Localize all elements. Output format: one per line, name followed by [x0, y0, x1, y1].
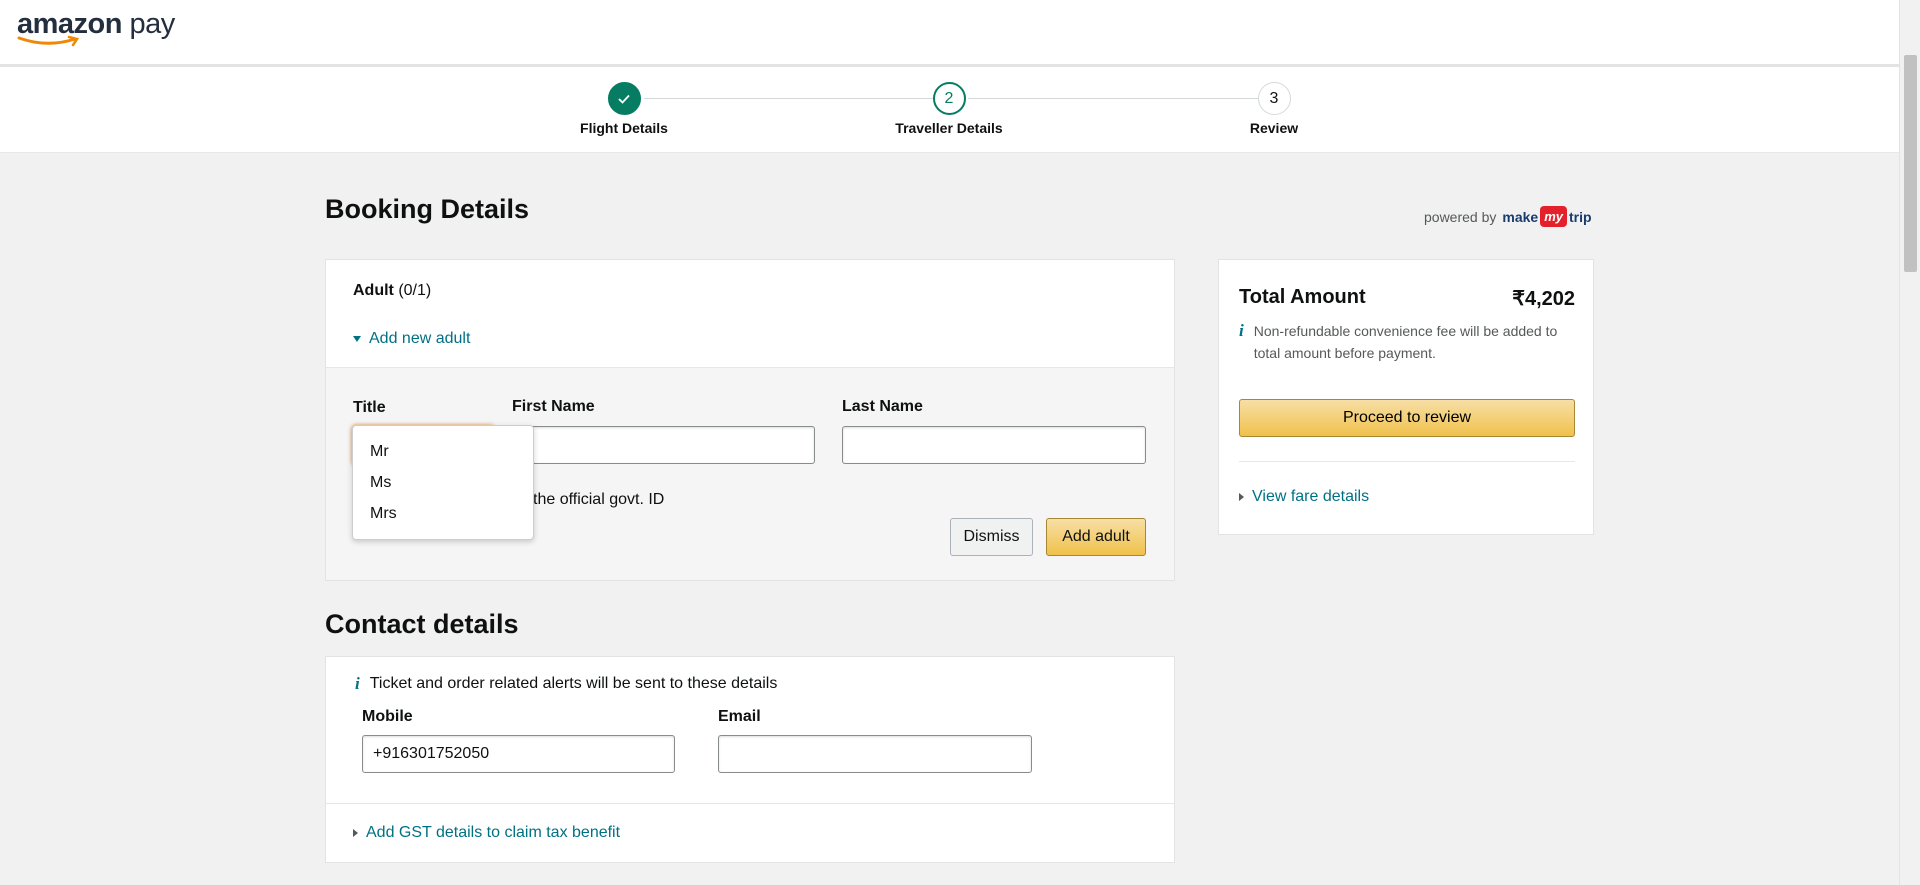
govt-id-note: the official govt. ID — [533, 491, 665, 508]
logo-trip-text: trip — [1569, 208, 1592, 225]
gst-details-toggle[interactable]: Add GST details to claim tax benefit — [326, 803, 1174, 862]
fee-note-text: Non-refundable convenience fee will be a… — [1253, 323, 1558, 361]
step-label: Review — [1249, 120, 1299, 136]
step-traveller-details: 2 Traveller Details — [849, 82, 1049, 136]
divider — [1239, 461, 1575, 462]
contact-details-card: i Ticket and order related alerts will b… — [325, 656, 1175, 863]
scrollbar-thumb[interactable] — [1904, 55, 1917, 272]
logo-pay-text: pay — [121, 8, 176, 40]
last-name-input[interactable] — [842, 426, 1146, 464]
title-option-ms[interactable]: Ms — [353, 467, 533, 498]
step-number: 3 — [1257, 82, 1291, 115]
caret-right-icon — [1239, 493, 1244, 501]
total-amount-label: Total Amount — [1239, 286, 1366, 308]
total-amount-value: ₹4,202 — [1512, 288, 1575, 310]
mobile-input[interactable]: +916301752050 — [362, 735, 675, 773]
step-review: 3 Review — [1174, 82, 1374, 136]
contact-alert-note: i Ticket and order related alerts will b… — [355, 674, 777, 694]
title-label: Title — [353, 399, 386, 416]
caret-right-icon — [353, 829, 358, 837]
adult-heading: Adult (0/1) — [326, 260, 1174, 300]
dismiss-button[interactable]: Dismiss — [950, 518, 1033, 556]
logo-make-text: make — [1502, 208, 1539, 225]
add-new-adult-link[interactable]: Add new adult — [369, 330, 470, 348]
page-scrollbar[interactable] — [1899, 0, 1920, 885]
email-label: Email — [718, 708, 761, 725]
logo-my-text: my — [1540, 206, 1567, 227]
info-icon: i — [1239, 321, 1244, 340]
total-amount-card: Total Amount ₹4,202 i Non-refundable con… — [1218, 259, 1594, 535]
powered-by: powered by make my trip — [1424, 206, 1592, 227]
contact-section-title: Contact details — [325, 609, 519, 639]
total-amount-row: Total Amount ₹4,202 — [1239, 286, 1575, 311]
email-input[interactable] — [718, 735, 1032, 773]
proceed-to-review-button[interactable]: Proceed to review — [1239, 399, 1575, 437]
caret-down-icon — [353, 336, 361, 342]
title-option-mr[interactable]: Mr — [353, 436, 533, 467]
first-name-input[interactable] — [512, 426, 815, 464]
check-icon — [607, 82, 641, 115]
info-icon: i — [355, 674, 360, 693]
title-dropdown-menu: Mr Ms Mrs — [352, 425, 534, 540]
add-adult-button[interactable]: Add adult — [1046, 518, 1146, 556]
mobile-label: Mobile — [362, 708, 413, 725]
add-new-adult-toggle[interactable]: Add new adult — [353, 330, 470, 348]
step-flight-details[interactable]: Flight Details — [524, 82, 724, 136]
booking-stepper: Flight Details 2 Traveller Details 3 Rev… — [0, 67, 1899, 153]
last-name-label: Last Name — [842, 398, 923, 415]
powered-by-text: powered by — [1424, 208, 1497, 225]
title-option-mrs[interactable]: Mrs — [353, 498, 533, 529]
gst-details-link[interactable]: Add GST details to claim tax benefit — [366, 824, 620, 842]
step-label: Flight Details — [580, 120, 668, 136]
contact-note-text: Ticket and order related alerts will be … — [369, 675, 778, 692]
step-label: Traveller Details — [895, 120, 1003, 136]
makemytrip-logo: make my trip — [1502, 206, 1592, 227]
page-title: Booking Details — [325, 194, 530, 224]
top-header: amazon pay — [0, 0, 1899, 67]
convenience-fee-note: i Non-refundable convenience fee will be… — [1239, 320, 1579, 364]
amazon-smile-icon — [17, 35, 80, 47]
view-fare-details-link[interactable]: View fare details — [1252, 488, 1369, 506]
adult-heading-label: Adult — [353, 282, 394, 299]
step-number: 2 — [932, 82, 966, 115]
view-fare-details-toggle[interactable]: View fare details — [1239, 488, 1369, 506]
mobile-input-value: +916301752050 — [373, 745, 490, 762]
adult-count: (0/1) — [398, 282, 432, 299]
first-name-label: First Name — [512, 398, 595, 415]
